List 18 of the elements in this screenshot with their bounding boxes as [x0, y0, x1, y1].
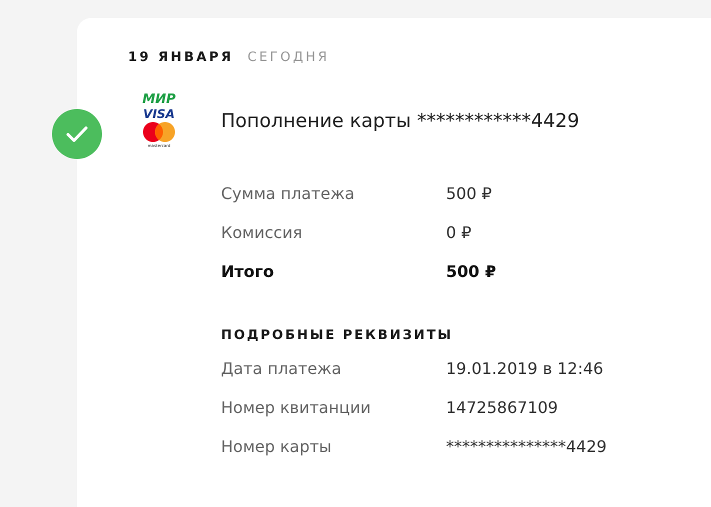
row-value: 19.01.2019 в 12:46: [446, 359, 604, 378]
visa-logo: VISA: [143, 107, 175, 121]
row-label: Номер квитанции: [221, 398, 372, 417]
row-label: Комиссия: [221, 223, 304, 242]
relative-date: СЕГОДНЯ: [248, 50, 330, 65]
row-value: ***************4429: [446, 437, 607, 456]
row-label: Итого: [221, 262, 276, 281]
row-label: Номер карты: [221, 437, 333, 456]
row-value: 500 ₽: [446, 184, 492, 203]
row-label: Сумма платежа: [221, 184, 356, 203]
mir-logo: МИР: [142, 93, 176, 107]
row-value: 0 ₽: [446, 223, 472, 242]
row-value: 500 ₽: [446, 262, 496, 281]
date-heading: 19 ЯНВАРЯ: [128, 50, 234, 65]
row-label: Дата платежа: [221, 359, 342, 378]
row-value: 14725867109: [446, 398, 558, 417]
section-heading: ПОДРОБНЫЕ РЕКВИЗИТЫ: [221, 328, 454, 343]
operation-title: Пополнение карты ************4429: [221, 110, 580, 132]
